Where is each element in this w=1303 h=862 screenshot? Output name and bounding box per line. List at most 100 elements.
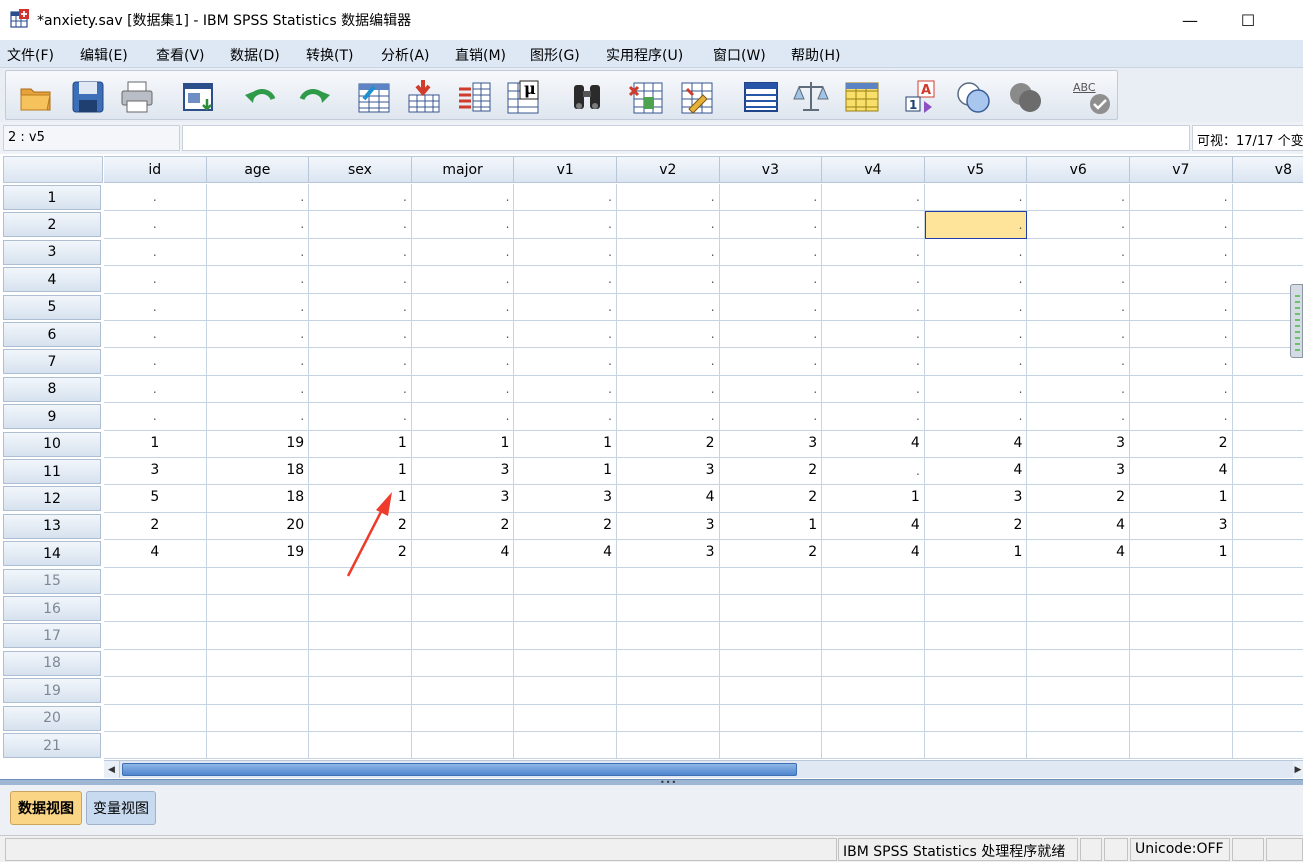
table-cell[interactable] <box>924 622 1028 650</box>
table-cell[interactable]: . <box>309 375 412 404</box>
table-cell[interactable]: . <box>1130 238 1233 267</box>
table-cell[interactable]: . <box>411 238 515 267</box>
split-file-icon[interactable] <box>743 79 779 115</box>
table-cell[interactable]: 1 <box>1130 540 1233 568</box>
use-variable-sets-icon[interactable] <box>956 79 992 115</box>
table-cell[interactable]: 3 <box>411 485 515 513</box>
table-cell[interactable] <box>924 677 1028 705</box>
table-cell[interactable]: 20 <box>206 512 310 541</box>
table-cell[interactable]: . <box>617 238 720 267</box>
table-cell[interactable]: . <box>1130 266 1233 294</box>
table-cell[interactable]: 5 <box>104 485 207 513</box>
table-cell[interactable]: . <box>206 321 310 349</box>
table-cell[interactable] <box>514 704 617 732</box>
menu-help[interactable]: 帮助(H) <box>791 45 840 65</box>
table-cell[interactable] <box>719 622 823 650</box>
table-cell[interactable]: . <box>206 184 310 212</box>
table-cell[interactable] <box>309 622 412 650</box>
table-cell[interactable]: . <box>924 266 1028 294</box>
menu-file[interactable]: 文件(F) <box>7 45 54 65</box>
table-cell[interactable]: . <box>514 266 617 294</box>
table-cell[interactable]: 3 <box>1130 512 1233 541</box>
table-cell[interactable] <box>514 677 617 705</box>
tab-data-view[interactable]: 数据视图 <box>10 791 82 825</box>
table-cell[interactable] <box>1232 540 1303 568</box>
table-cell[interactable]: 3 <box>924 485 1028 513</box>
table-cell[interactable]: 4 <box>1130 458 1233 486</box>
weight-cases-icon[interactable] <box>793 79 829 115</box>
table-cell[interactable]: 19 <box>206 430 310 458</box>
table-cell[interactable]: . <box>104 348 207 376</box>
column-header-age[interactable]: age <box>206 156 310 183</box>
row-header[interactable]: 18 <box>3 650 101 676</box>
menu-window[interactable]: 窗口(W) <box>713 45 766 65</box>
table-cell[interactable]: 4 <box>924 458 1028 486</box>
goto-case-icon[interactable] <box>356 79 392 115</box>
table-cell[interactable] <box>104 677 207 705</box>
table-cell[interactable] <box>822 677 925 705</box>
table-cell[interactable]: 3 <box>617 540 720 568</box>
table-cell[interactable]: . <box>719 293 823 321</box>
table-cell[interactable]: 18 <box>206 458 310 486</box>
table-cell[interactable]: . <box>1027 375 1130 404</box>
column-header-v5[interactable]: v5 <box>924 156 1028 183</box>
table-cell[interactable]: 4 <box>822 430 925 458</box>
table-cell[interactable]: . <box>1027 211 1130 239</box>
table-cell[interactable]: 2 <box>719 540 823 568</box>
table-cell[interactable]: . <box>617 293 720 321</box>
value-labels-icon[interactable]: A 1 <box>904 79 940 115</box>
table-cell[interactable]: . <box>1130 375 1233 404</box>
table-cell[interactable]: . <box>822 403 925 431</box>
menu-graphs[interactable]: 图形(G) <box>530 45 580 65</box>
vertical-splitter-grip[interactable] <box>1290 284 1303 358</box>
table-cell[interactable] <box>822 649 925 678</box>
table-cell[interactable] <box>822 732 925 760</box>
table-cell[interactable]: . <box>924 321 1028 349</box>
variables-icon[interactable] <box>457 79 493 115</box>
table-cell[interactable]: . <box>1027 266 1130 294</box>
table-cell[interactable]: . <box>1130 211 1233 239</box>
table-cell[interactable] <box>1130 595 1233 623</box>
table-cell[interactable] <box>309 677 412 705</box>
table-cell[interactable]: . <box>104 321 207 349</box>
table-cell[interactable] <box>924 567 1028 595</box>
table-cell[interactable] <box>206 649 310 678</box>
table-cell[interactable]: . <box>514 211 617 239</box>
table-cell[interactable] <box>309 704 412 732</box>
table-cell[interactable] <box>1232 431 1303 458</box>
table-cell[interactable] <box>206 732 310 760</box>
table-cell[interactable]: . <box>924 375 1028 404</box>
table-cell[interactable] <box>1232 650 1303 678</box>
table-cell[interactable]: 19 <box>206 540 310 568</box>
table-cell[interactable]: 2 <box>1130 430 1233 458</box>
table-cell[interactable] <box>1232 403 1303 431</box>
table-cell[interactable]: 1 <box>411 430 515 458</box>
show-all-variables-icon[interactable] <box>1008 79 1044 115</box>
table-cell[interactable]: 2 <box>411 512 515 541</box>
table-cell[interactable]: 4 <box>514 540 617 568</box>
table-cell[interactable] <box>719 677 823 705</box>
menu-edit[interactable]: 编辑(E) <box>80 45 128 65</box>
table-cell[interactable]: . <box>719 238 823 267</box>
column-header-id[interactable]: id <box>104 156 207 183</box>
table-cell[interactable]: . <box>719 375 823 404</box>
table-cell[interactable] <box>822 704 925 732</box>
table-cell[interactable] <box>411 649 515 678</box>
row-header[interactable]: 11 <box>3 459 101 484</box>
table-cell[interactable] <box>617 649 720 678</box>
column-header-v6[interactable]: v6 <box>1027 156 1130 183</box>
table-cell[interactable]: . <box>617 403 720 431</box>
spell-check-icon[interactable]: ABC <box>1071 79 1113 115</box>
table-cell[interactable]: . <box>104 184 207 212</box>
row-header[interactable]: 21 <box>3 733 101 758</box>
table-cell[interactable]: . <box>411 211 515 239</box>
table-cell[interactable]: . <box>1027 403 1130 431</box>
row-header[interactable]: 17 <box>3 623 101 649</box>
grid-corner[interactable] <box>3 156 103 183</box>
table-cell[interactable] <box>411 732 515 760</box>
undo-icon[interactable] <box>243 79 279 115</box>
table-cell[interactable]: . <box>309 266 412 294</box>
table-cell[interactable] <box>719 595 823 623</box>
table-cell[interactable]: 1 <box>924 540 1028 568</box>
table-cell[interactable] <box>1232 595 1303 623</box>
